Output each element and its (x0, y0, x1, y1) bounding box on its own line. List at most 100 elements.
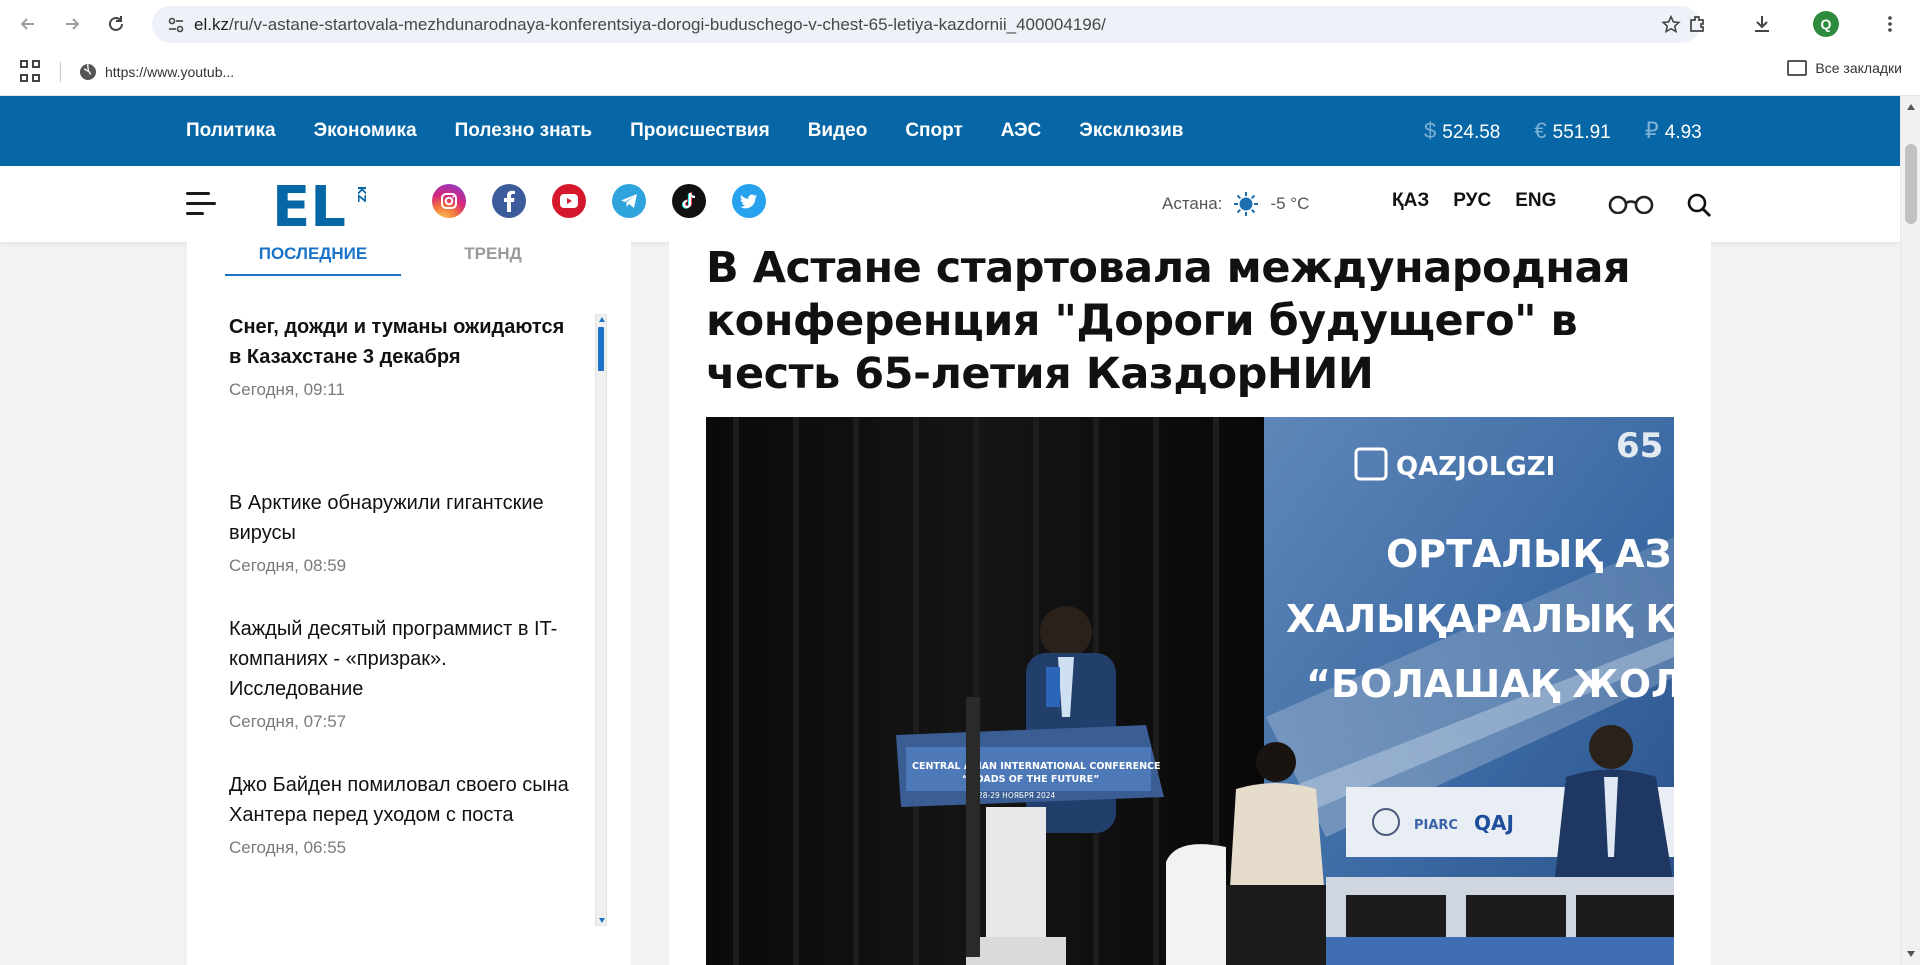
language-switcher: ҚАЗ РУС ENG (1392, 190, 1580, 212)
extensions-button[interactable] (1676, 2, 1720, 46)
bookmark-label: https://www.youtub... (105, 63, 235, 80)
sun-icon (1234, 192, 1259, 216)
forward-button[interactable] (50, 2, 94, 46)
rate-eur-value: 551.91 (1552, 122, 1611, 143)
nav-link-politics[interactable]: Политика (186, 120, 276, 142)
youtube-icon[interactable] (552, 184, 586, 218)
news-item[interactable]: В Арктике обнаружили гигантские вирусы С… (229, 488, 579, 614)
article-photo[interactable]: QAZJOLGZI 65 ОРТАЛЫҚ АЗИЯ ХАЛЫҚАРАЛЫҚ КО… (706, 417, 1674, 965)
site-top-nav: Политика Экономика Полезно знать Происше… (0, 96, 1900, 166)
site-logo[interactable]: EL KZ (272, 178, 374, 230)
ruble-icon: ₽ (1644, 118, 1659, 143)
news-item[interactable]: Джо Байден помиловал своего сына Хантера… (229, 770, 579, 858)
lang-rus[interactable]: РУС (1453, 190, 1491, 212)
toolbar-actions: Q (1656, 0, 1920, 48)
news-time: Сегодня, 07:57 (229, 712, 347, 731)
news-item[interactable]: Снег, дожди и туманы ожидаются в Казахст… (229, 312, 579, 488)
photo-banner-line2: ХАЛЫҚАРАЛЫҚ КОНФЕ (1286, 597, 1674, 641)
rate-rub: ₽4.93 (1645, 118, 1702, 144)
accessibility-glasses-icon[interactable] (1607, 194, 1655, 214)
news-item[interactable]: Каждый десятый программист в IT-компания… (229, 614, 579, 770)
address-bar[interactable]: el.kz/ru/v-astane-startovala-mezhdunarod… (152, 6, 1700, 43)
news-time: Сегодня, 06:55 (229, 838, 347, 857)
folder-icon (1787, 60, 1808, 76)
rate-usd: $524.58 (1424, 118, 1500, 144)
news-feed: Снег, дожди и туманы ожидаются в Казахст… (229, 312, 579, 858)
euro-icon: € (1534, 118, 1547, 143)
bookmarks-separator (60, 61, 61, 82)
all-bookmarks-label: Все закладки (1815, 60, 1902, 76)
back-button[interactable] (6, 2, 50, 46)
url-text: el.kz/ru/v-astane-startovala-mezhdunarod… (194, 15, 1106, 35)
nav-link-economy[interactable]: Экономика (314, 120, 417, 142)
nav-link-sport[interactable]: Спорт (905, 120, 962, 142)
bookmarks-bar: https://www.youtub... Все закладки (0, 48, 1920, 96)
news-title[interactable]: Джо Байден помиловал своего сына Хантера… (229, 770, 579, 830)
photo-banner-line3: “БОЛАШАҚ ЖОЛДА (1306, 662, 1674, 706)
currency-rates: $524.58 €551.91 ₽4.93 (1424, 96, 1900, 166)
bookmark-youtube[interactable]: https://www.youtub... (79, 63, 234, 81)
nav-link-npp[interactable]: АЭС (1001, 120, 1042, 142)
scroll-up-arrow-icon[interactable] (599, 317, 605, 322)
tune-icon (168, 17, 184, 32)
nav-link-incidents[interactable]: Происшествия (630, 120, 770, 142)
photo-anniv: 65 (1616, 426, 1663, 466)
hamburger-menu-icon[interactable] (186, 192, 216, 216)
facebook-icon[interactable] (492, 184, 526, 218)
twitter-icon[interactable] (732, 184, 766, 218)
news-title[interactable]: В Арктике обнаружили гигантские вирусы (229, 488, 579, 548)
profile-button[interactable]: Q (1804, 2, 1848, 46)
lang-eng[interactable]: ENG (1515, 190, 1556, 212)
reload-button[interactable] (94, 2, 138, 46)
menu-button[interactable] (1868, 2, 1912, 46)
rate-rub-value: 4.93 (1664, 122, 1702, 143)
feed-scroll-thumb[interactable] (598, 327, 604, 371)
search-icon[interactable] (1686, 192, 1712, 218)
page-scrollbar[interactable] (1900, 96, 1920, 965)
photo-podium-line2: “ROADS OF THE FUTURE” (962, 774, 1099, 785)
weather-city: Астана: (1162, 194, 1223, 213)
rate-eur: €551.91 (1534, 118, 1610, 144)
lang-kaz[interactable]: ҚАЗ (1392, 190, 1429, 212)
nav-link-exclusive[interactable]: Эксклюзив (1079, 120, 1183, 142)
nav-links: Политика Экономика Полезно знать Происше… (186, 96, 1221, 166)
all-bookmarks-button[interactable]: Все закладки (1787, 60, 1902, 76)
weather-temp: -5 °C (1270, 194, 1310, 213)
article: В Астане стартовала международная конфер… (669, 242, 1711, 965)
arrow-left-icon (20, 18, 34, 30)
downloads-button[interactable] (1740, 2, 1784, 46)
scroll-down-arrow-icon[interactable] (599, 918, 605, 923)
photo-brand: QAZJOLGZI (1396, 452, 1555, 482)
news-title[interactable]: Каждый десятый программист в IT-компания… (229, 614, 579, 704)
instagram-icon[interactable] (432, 184, 466, 218)
logo-text: EL (272, 178, 346, 230)
telegram-icon[interactable] (612, 184, 646, 218)
reload-icon (109, 16, 123, 31)
page-scroll-up-icon[interactable] (1907, 104, 1915, 110)
feed-scrollbar[interactable] (595, 314, 607, 926)
tiktok-icon[interactable] (672, 184, 706, 218)
puzzle-icon (1690, 16, 1704, 32)
social-links (432, 184, 792, 218)
sidebar-tabs: ПОСЛЕДНИЕ ТРЕНД (225, 242, 585, 276)
tab-latest[interactable]: ПОСЛЕДНИЕ (225, 242, 401, 276)
site-info-button[interactable] (158, 10, 194, 40)
nav-link-video[interactable]: Видео (808, 120, 868, 142)
news-title[interactable]: Снег, дожди и туманы ожидаются в Казахст… (229, 312, 579, 372)
site-header: EL KZ Астана: -5 °C ҚАЗ РУС ENG (0, 166, 1900, 242)
page-scroll-down-icon[interactable] (1907, 951, 1915, 957)
photo-podium-line1: CENTRAL ASIAN INTERNATIONAL CONFERENCE (912, 761, 1161, 772)
weather-widget: Астана: -5 °C (1162, 190, 1309, 218)
apps-grid-icon[interactable] (20, 59, 44, 84)
dollar-icon: $ (1424, 118, 1437, 143)
nav-link-useful[interactable]: Полезно знать (455, 120, 592, 142)
url-domain: el.kz (194, 14, 229, 34)
tab-trend[interactable]: ТРЕНД (405, 242, 581, 276)
article-headline: В Астане стартовала международная конфер… (706, 243, 1631, 399)
download-icon (1755, 16, 1769, 32)
globe-icon (80, 63, 96, 80)
more-vert-icon (1888, 16, 1892, 32)
arrow-right-icon (66, 18, 80, 30)
page-scroll-thumb[interactable] (1905, 144, 1917, 224)
news-time: Сегодня, 08:59 (229, 556, 347, 575)
